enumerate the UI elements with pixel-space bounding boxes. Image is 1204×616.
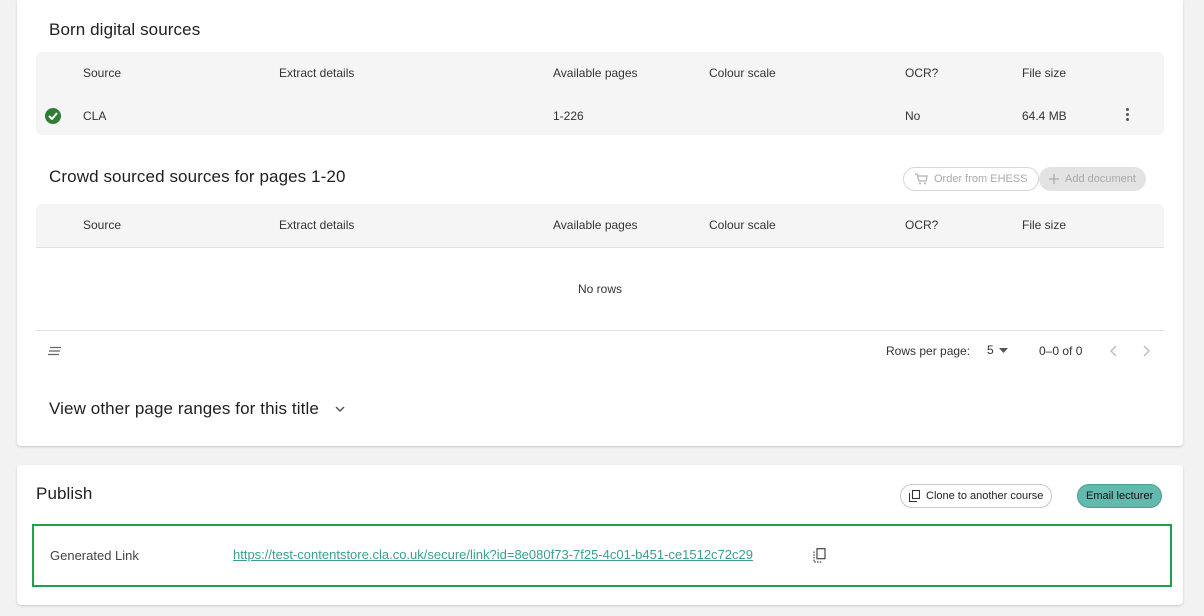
born-digital-title: Born digital sources: [49, 20, 201, 39]
col-extract-details[interactable]: Extract details: [279, 66, 354, 80]
density-icon[interactable]: [48, 346, 62, 356]
cell-ocr: No: [905, 109, 921, 123]
order-from-ehess-button[interactable]: Order from EHESS: [903, 167, 1039, 191]
sources-card: Born digital sources Source Extract deta…: [17, 0, 1183, 446]
check-circle-icon: [45, 108, 61, 124]
publish-title: Publish: [36, 484, 93, 503]
clone-to-course-button[interactable]: Clone to another course: [900, 484, 1053, 508]
order-button-label: Order from EHESS: [934, 173, 1028, 185]
cell-source: CLA: [83, 109, 107, 123]
born-digital-table-header: Source Extract details Available pages C…: [36, 52, 1164, 96]
generated-link-url[interactable]: https://test-contentstore.cla.co.uk/secu…: [233, 547, 753, 562]
col-available-pages[interactable]: Available pages: [553, 66, 638, 80]
add-document-button[interactable]: Add document: [1039, 167, 1146, 191]
clone-button-label: Clone to another course: [926, 490, 1044, 502]
email-button-label: Email lecturer: [1086, 490, 1154, 502]
rows-per-page-label: Rows per page:: [886, 344, 971, 358]
more-vert-icon[interactable]: [1123, 107, 1131, 123]
copy-icon[interactable]: [813, 548, 826, 563]
chevron-down-icon: [335, 405, 345, 412]
add-document-label: Add document: [1065, 173, 1136, 185]
col-source[interactable]: Source: [83, 218, 121, 232]
col-source[interactable]: Source: [83, 66, 121, 80]
col-file-size[interactable]: File size: [1022, 218, 1066, 232]
chevron-right-icon[interactable]: [1142, 345, 1150, 357]
cell-available-pages: 1-226: [553, 109, 584, 123]
cart-icon: [915, 173, 928, 185]
divider: [36, 330, 1164, 331]
rows-per-page-value: 5: [987, 343, 994, 357]
col-extract-details[interactable]: Extract details: [279, 218, 354, 232]
plus-icon: [1049, 174, 1059, 184]
table-row[interactable]: CLA 1-226 No 64.4 MB: [36, 95, 1164, 135]
col-colour-scale[interactable]: Colour scale: [709, 66, 776, 80]
pagination-range: 0–0 of 0: [1039, 344, 1083, 358]
rows-per-page-select[interactable]: 5: [987, 340, 1008, 360]
col-colour-scale[interactable]: Colour scale: [709, 218, 776, 232]
chevron-left-icon[interactable]: [1110, 345, 1118, 357]
col-ocr[interactable]: OCR?: [905, 66, 938, 80]
col-ocr[interactable]: OCR?: [905, 218, 938, 232]
other-page-ranges-toggle[interactable]: View other page ranges for this title: [49, 399, 345, 419]
crowd-sourced-table-header: Source Extract details Available pages C…: [36, 204, 1164, 248]
no-rows-message: No rows: [577, 282, 622, 296]
other-ranges-title: View other page ranges for this title: [49, 399, 319, 418]
generated-link-box: Generated Link https://test-contentstore…: [32, 524, 1172, 587]
copy-icon: [909, 490, 920, 502]
email-lecturer-button[interactable]: Email lecturer: [1077, 484, 1163, 508]
generated-link-label: Generated Link: [50, 548, 139, 563]
col-available-pages[interactable]: Available pages: [553, 218, 638, 232]
dropdown-icon: [998, 347, 1008, 353]
col-file-size[interactable]: File size: [1022, 66, 1066, 80]
cell-file-size: 64.4 MB: [1022, 109, 1067, 123]
publish-card: Publish Clone to another course Email le…: [17, 465, 1183, 605]
crowd-sourced-title: Crowd sourced sources for pages 1-20: [49, 167, 346, 186]
